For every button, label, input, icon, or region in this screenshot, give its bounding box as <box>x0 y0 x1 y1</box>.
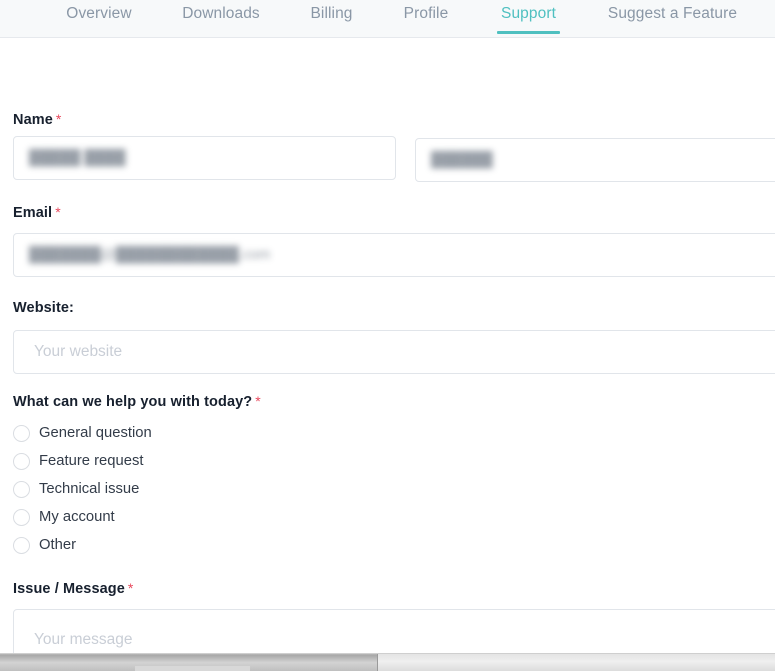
tab-downloads[interactable]: Downloads <box>178 0 264 38</box>
radio-option-general-question[interactable]: General question <box>13 419 152 447</box>
email-value: ███████@████████████.com <box>29 247 271 263</box>
scrollbar-thumb-highlight <box>135 666 250 671</box>
tab-support[interactable]: Support <box>497 0 560 38</box>
tab-downloads-label: Downloads <box>182 5 260 22</box>
radio-option-my-account[interactable]: My account <box>13 503 115 531</box>
radio-circle-icon[interactable] <box>13 452 30 470</box>
support-form: Name * █████ ████ ██████ Email * ███████@█… <box>0 38 775 671</box>
tab-overview-label: Overview <box>66 5 132 22</box>
name-required-marker: * <box>55 111 62 127</box>
name-label: Name * <box>13 111 62 128</box>
radio-circle-icon[interactable] <box>13 536 30 554</box>
tab-suggest-a-feature[interactable]: Suggest a Feature <box>606 0 739 38</box>
radio-circle-icon[interactable] <box>13 480 30 498</box>
radio-label-technical-issue: Technical issue <box>39 481 140 497</box>
last-name-value: ██████ <box>431 152 493 168</box>
help-topic-label: What can we help you with today? * <box>13 393 261 410</box>
message-label: Issue / Message * <box>13 580 134 597</box>
horizontal-scrollbar[interactable] <box>0 653 775 671</box>
tab-overview[interactable]: Overview <box>64 0 134 38</box>
message-placeholder: Your message <box>34 631 133 648</box>
radio-label-general-question: General question <box>39 425 152 441</box>
tab-profile[interactable]: Profile <box>400 0 452 38</box>
website-placeholder: Your website <box>34 343 123 360</box>
radio-label-feature-request: Feature request <box>39 453 144 469</box>
tab-billing-label: Billing <box>310 5 353 22</box>
first-name-value: █████ ████ <box>29 150 126 166</box>
active-tab-underline <box>497 31 560 34</box>
radio-option-technical-issue[interactable]: Technical issue <box>13 475 139 503</box>
website-input[interactable]: Your website <box>13 330 775 374</box>
radio-circle-icon[interactable] <box>13 508 30 526</box>
tab-suggest-a-feature-label: Suggest a Feature <box>607 5 738 22</box>
radio-option-feature-request[interactable]: Feature request <box>13 447 143 475</box>
help-topic-required-marker: * <box>255 393 261 409</box>
tab-profile-label: Profile <box>403 5 449 22</box>
tab-billing[interactable]: Billing <box>307 0 356 38</box>
last-name-input[interactable]: ██████ <box>415 138 775 182</box>
radio-label-my-account: My account <box>39 509 115 525</box>
radio-option-other[interactable]: Other <box>13 531 76 559</box>
message-required-marker: * <box>127 580 134 596</box>
radio-label-other: Other <box>39 537 77 553</box>
email-required-marker: * <box>55 204 61 220</box>
tab-support-label: Support <box>501 5 556 22</box>
email-label: Email * <box>13 204 61 221</box>
email-input[interactable]: ███████@████████████.com <box>13 233 775 277</box>
radio-circle-icon[interactable] <box>13 424 30 442</box>
scrollbar-thumb[interactable] <box>0 654 378 671</box>
first-name-input[interactable]: █████ ████ <box>13 136 396 180</box>
main-tab-bar: Overview Downloads Billing Profile Suppo… <box>0 0 775 38</box>
website-label: Website: <box>13 300 74 316</box>
